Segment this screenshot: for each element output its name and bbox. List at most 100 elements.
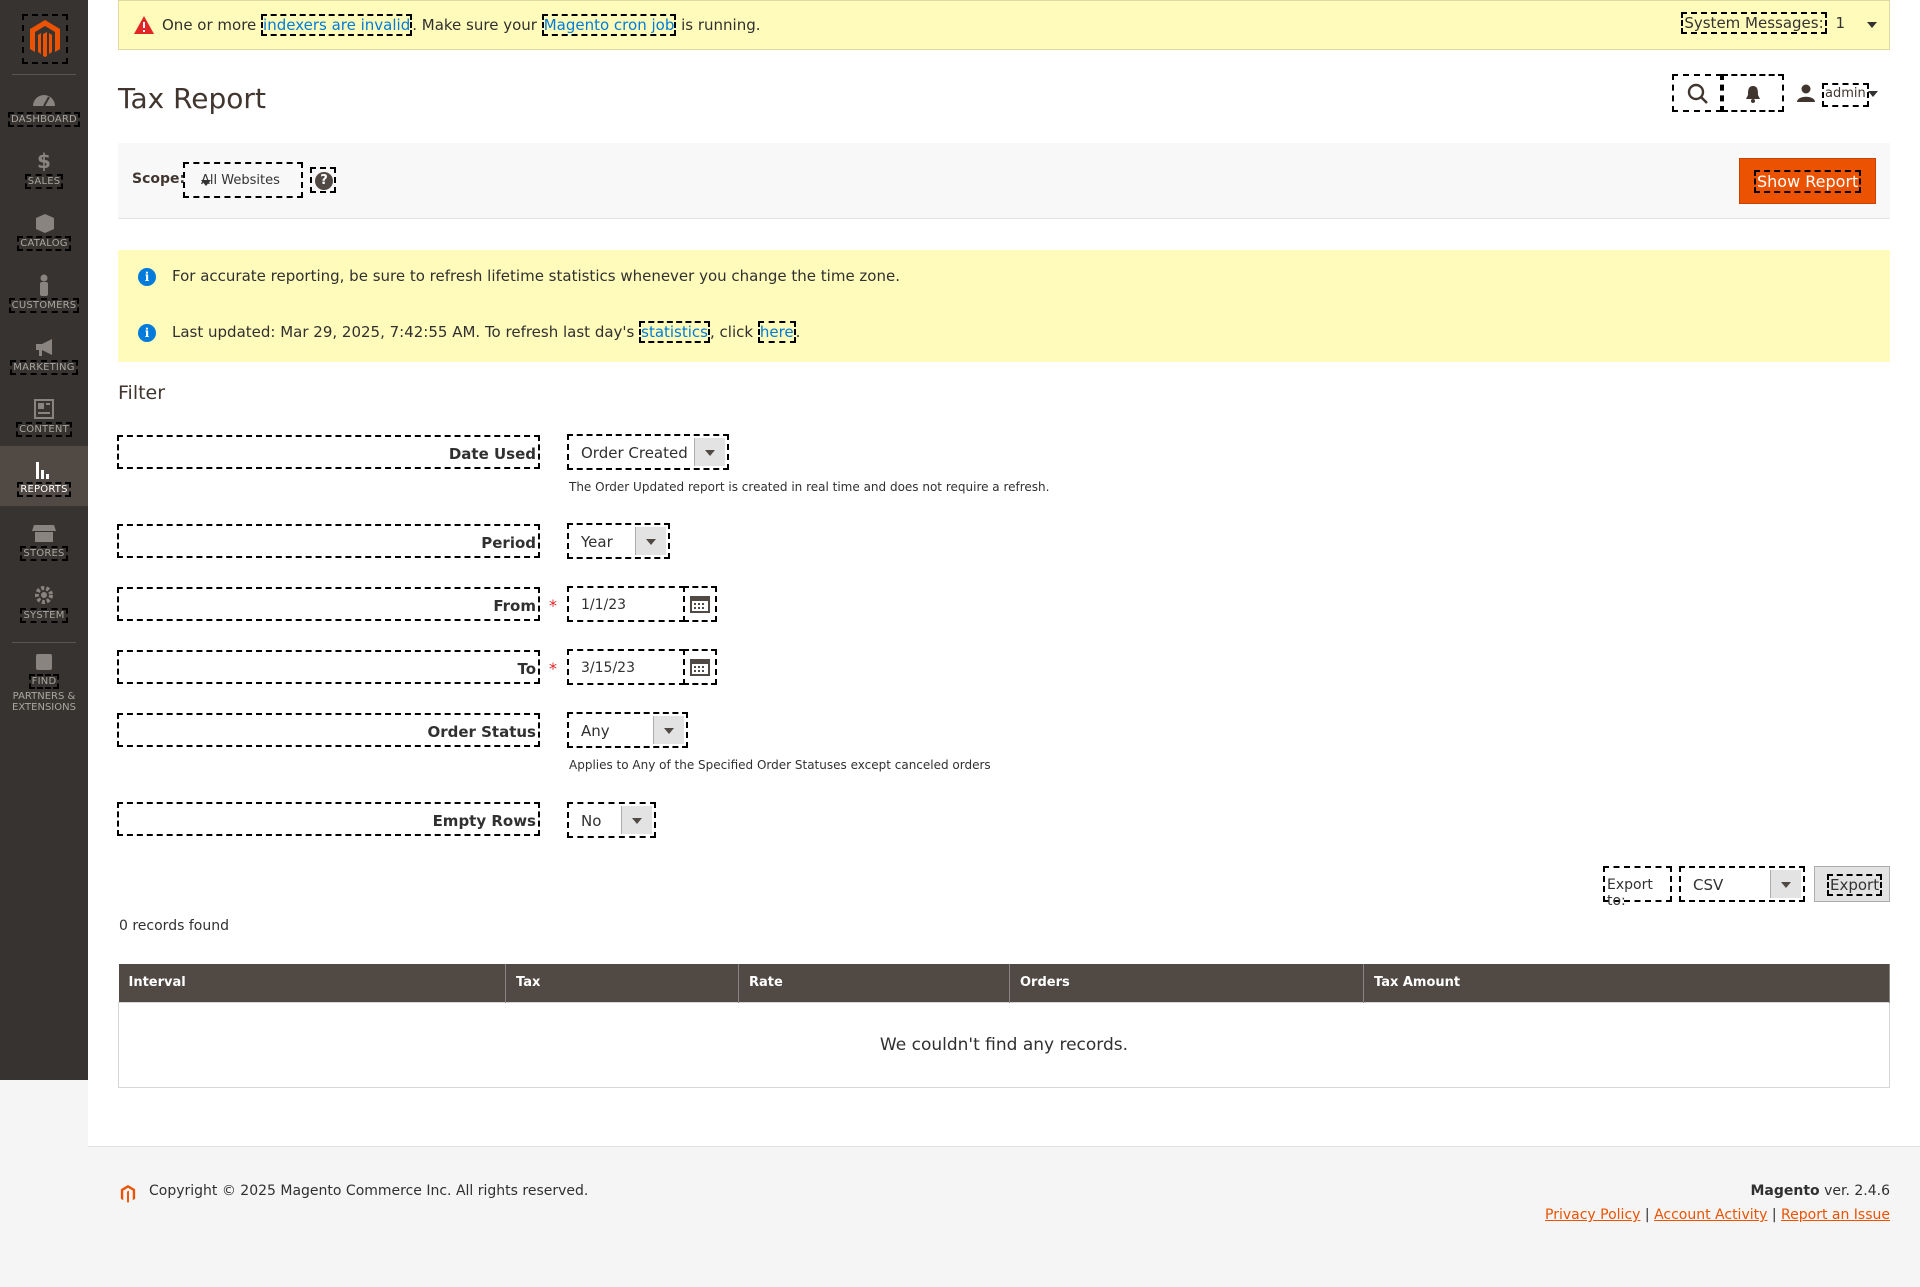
export-format-select[interactable]: CSV: [1679, 866, 1805, 902]
system-message-suffix: is running.: [676, 16, 761, 34]
empty-rows-select[interactable]: No: [567, 802, 656, 838]
sidebar-item-stores[interactable]: STORES: [0, 520, 88, 580]
to-date-input[interactable]: 3/15/23: [567, 649, 685, 685]
label-text: Order Status: [427, 723, 536, 741]
column-rate[interactable]: Rate: [738, 964, 1010, 1002]
report-issue-link[interactable]: Report an Issue: [1781, 1207, 1890, 1223]
sidebar-label: CUSTOMERS: [8, 298, 80, 313]
system-messages-toggle[interactable]: System Messages: 1: [1681, 12, 1845, 34]
label-text: From: [493, 597, 536, 615]
system-messages-count: 1: [1835, 14, 1845, 32]
sidebar-item-system[interactable]: SYSTEM: [0, 582, 88, 642]
scope-dropdown[interactable]: All Websites: [183, 162, 303, 198]
sidebar-label: STORES: [20, 546, 68, 561]
sidebar-item-reports[interactable]: REPORTS: [0, 446, 88, 506]
show-report-button[interactable]: Show Report: [1739, 158, 1876, 204]
select-toggle: [694, 438, 725, 466]
notice-text: For accurate reporting, be sure to refre…: [172, 267, 900, 285]
label-text: Export to:: [1607, 877, 1653, 909]
notice-last-updated: i Last updated: Mar 29, 2025, 7:42:55 AM.…: [138, 321, 800, 343]
empty-grid-message: We couldn't find any records.: [118, 1001, 1890, 1088]
column-orders[interactable]: Orders: [1009, 964, 1364, 1002]
select-value: Any: [581, 722, 610, 740]
dollar-icon: $: [37, 149, 51, 173]
warning-icon: [134, 16, 154, 34]
puzzle-icon: [36, 654, 52, 670]
sidebar-label-extra: EXTENSIONS: [12, 702, 76, 713]
input-value: 3/15/23: [581, 660, 635, 676]
date-used-select[interactable]: Order Created: [567, 434, 729, 470]
scope-switcher-bar: Scope: All Websites ?: [118, 143, 1890, 219]
sidebar-label-extra: PARTNERS &: [12, 691, 76, 702]
chevron-down-icon[interactable]: [1867, 22, 1877, 28]
show-report-label: Show Report: [1754, 170, 1862, 193]
sidebar-item-dashboard[interactable]: DASHBOARD: [0, 86, 88, 146]
sidebar-item-customers[interactable]: CUSTOMERS: [0, 272, 88, 332]
system-message-prefix: One or more: [162, 16, 262, 34]
period-select[interactable]: Year: [567, 523, 670, 559]
table-row: We couldn't find any records.: [118, 1001, 1890, 1088]
indexers-invalid-link[interactable]: indexers are invalid: [261, 14, 413, 36]
from-calendar-button[interactable]: [683, 586, 717, 622]
admin-user-menu[interactable]: admin: [1822, 83, 1869, 107]
period-label: Period: [117, 524, 540, 558]
refresh-statistics-link[interactable]: statistics: [639, 321, 710, 343]
brand-name: Magento: [1750, 1183, 1820, 1199]
notifications-button[interactable]: [1722, 74, 1784, 112]
label-text: To: [517, 660, 536, 678]
global-search-button[interactable]: [1672, 74, 1722, 112]
cube-icon: [36, 214, 54, 233]
column-tax-amount[interactable]: Tax Amount: [1363, 964, 1890, 1002]
statistics-notice: i For accurate reporting, be sure to refr…: [118, 250, 1890, 362]
bar-chart-icon: [36, 462, 49, 479]
label-text: Date Used: [448, 445, 536, 463]
empty-rows-label: Empty Rows: [117, 802, 540, 836]
input-value: 1/1/23: [581, 597, 627, 613]
chevron-down-icon: [201, 180, 211, 186]
search-icon: [1687, 83, 1708, 104]
export-button[interactable]: Export: [1814, 866, 1890, 902]
sidebar-label: SYSTEM: [20, 608, 68, 623]
chevron-down-icon: [664, 728, 674, 734]
sidebar-item-marketing[interactable]: MARKETING: [0, 334, 88, 394]
magento-logo-icon[interactable]: [22, 14, 68, 64]
cron-job-link[interactable]: Magento cron job: [541, 14, 677, 36]
scope-help-icon[interactable]: ?: [310, 167, 336, 193]
notice-text: , click: [710, 323, 758, 341]
system-message-text: One or more indexers are invalid. Make s…: [162, 14, 761, 36]
system-message-middle: . Make sure your: [412, 16, 542, 34]
column-tax[interactable]: Tax: [505, 964, 739, 1002]
copyright-text: Copyright © 2025 Magento Commerce Inc. A…: [149, 1183, 589, 1199]
from-date-input[interactable]: 1/1/23: [567, 586, 685, 622]
sidebar-item-find-partners[interactable]: FIND PARTNERS & EXTENSIONS: [0, 648, 88, 714]
order-status-label: Order Status: [117, 713, 540, 747]
account-activity-link[interactable]: Account Activity: [1654, 1207, 1767, 1223]
dashboard-icon: [33, 95, 55, 107]
select-value: CSV: [1693, 876, 1724, 894]
page-title: Tax Report: [118, 82, 266, 115]
column-interval[interactable]: Interval: [118, 964, 506, 1002]
layout-icon: [34, 399, 54, 419]
chevron-down-icon[interactable]: [1868, 91, 1878, 97]
to-label: To: [117, 650, 540, 684]
order-status-select[interactable]: Any: [567, 712, 688, 748]
megaphone-icon: [36, 339, 52, 356]
sidebar-item-sales[interactable]: $ SALES: [0, 148, 88, 208]
person-icon: [40, 274, 48, 296]
to-calendar-button[interactable]: [683, 649, 717, 685]
filter-title: Filter: [118, 382, 166, 404]
privacy-policy-link[interactable]: Privacy Policy: [1545, 1207, 1640, 1223]
refresh-here-link[interactable]: here: [757, 321, 796, 343]
select-toggle: [1770, 870, 1801, 898]
help-icon: ?: [315, 172, 333, 190]
scope-value: All Websites: [201, 173, 280, 188]
page-footer: Copyright © 2025 Magento Commerce Inc. A…: [88, 1146, 1920, 1287]
system-messages-label[interactable]: System Messages:: [1681, 12, 1827, 34]
records-count: 0 records found: [119, 918, 229, 934]
footer-links: Privacy Policy | Account Activity | Repo…: [1545, 1207, 1890, 1223]
notice-timezone: i For accurate reporting, be sure to refr…: [138, 267, 900, 286]
sidebar-item-catalog[interactable]: CATALOG: [0, 210, 88, 270]
label-text: Empty Rows: [432, 812, 536, 830]
info-icon: i: [138, 267, 156, 286]
info-icon: i: [138, 323, 156, 342]
